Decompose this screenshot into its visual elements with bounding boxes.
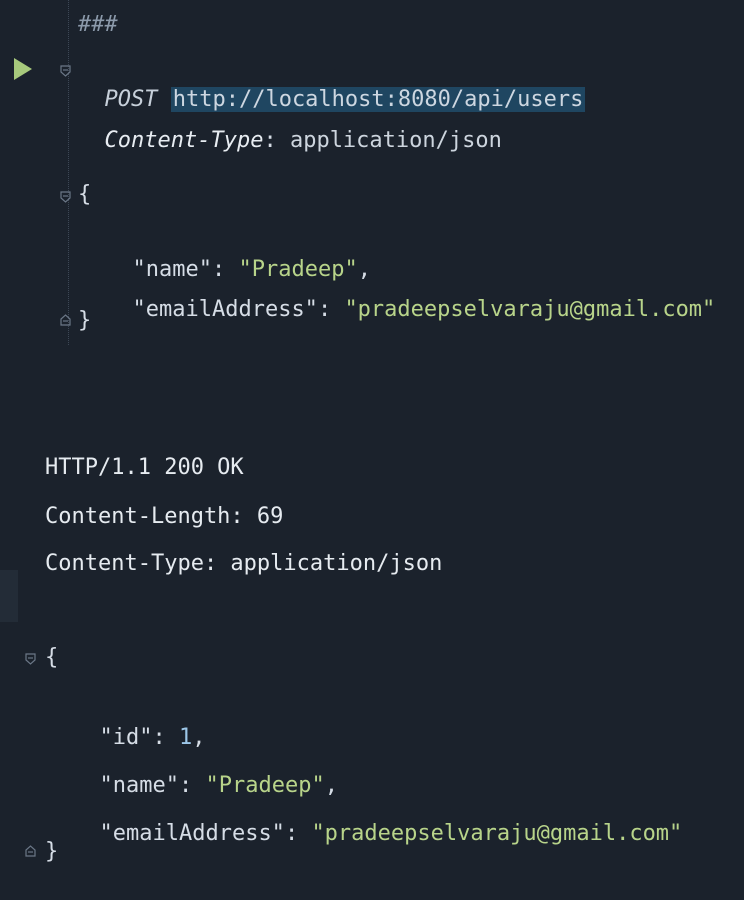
fold-marker-icon[interactable] <box>60 65 71 77</box>
response-header: Content-Length: 69 <box>45 504 284 529</box>
json-key: "emailAddress" <box>132 297 318 322</box>
response-body-field: "name": "Pradeep", <box>99 773 338 798</box>
fold-marker-icon[interactable] <box>25 845 36 857</box>
gutter-edge-marker <box>0 570 18 622</box>
response-body-field: "id": 1, <box>99 725 206 750</box>
response-header: Content-Type: application/json <box>45 551 443 576</box>
response-body-field: "emailAddress": "pradeepselvaraju@gmail.… <box>99 821 683 846</box>
fold-marker-icon[interactable] <box>25 653 36 665</box>
request-header-colon: : <box>263 128 277 153</box>
request-separator: ### <box>78 12 118 37</box>
json-string-value: "pradeepselvaraju@gmail.com" <box>311 821 683 846</box>
request-body-open: { <box>78 182 92 207</box>
request-header-line: Content-Type: application/json <box>78 96 502 153</box>
fold-marker-icon[interactable] <box>60 191 71 203</box>
response-status-line: HTTP/1.1 200 OK <box>45 455 244 480</box>
json-string-value: "pradeepselvaraju@gmail.com" <box>344 297 716 322</box>
request-line: POST http://localhost:8080/api/users <box>78 55 586 112</box>
request-header-value: application/json <box>289 128 502 153</box>
request-header-key: Content-Type <box>104 128 264 153</box>
request-body-close: } <box>78 308 92 333</box>
fold-marker-icon[interactable] <box>60 314 71 326</box>
json-key: "emailAddress" <box>99 821 285 846</box>
indent-guide-request <box>68 0 69 345</box>
request-body-field: "name": "Pradeep", <box>132 257 371 282</box>
response-body-close: } <box>45 839 59 864</box>
run-request-icon[interactable] <box>14 58 32 80</box>
request-body-field: "emailAddress": "pradeepselvaraju@gmail.… <box>132 297 716 322</box>
response-body-open: { <box>45 645 59 670</box>
